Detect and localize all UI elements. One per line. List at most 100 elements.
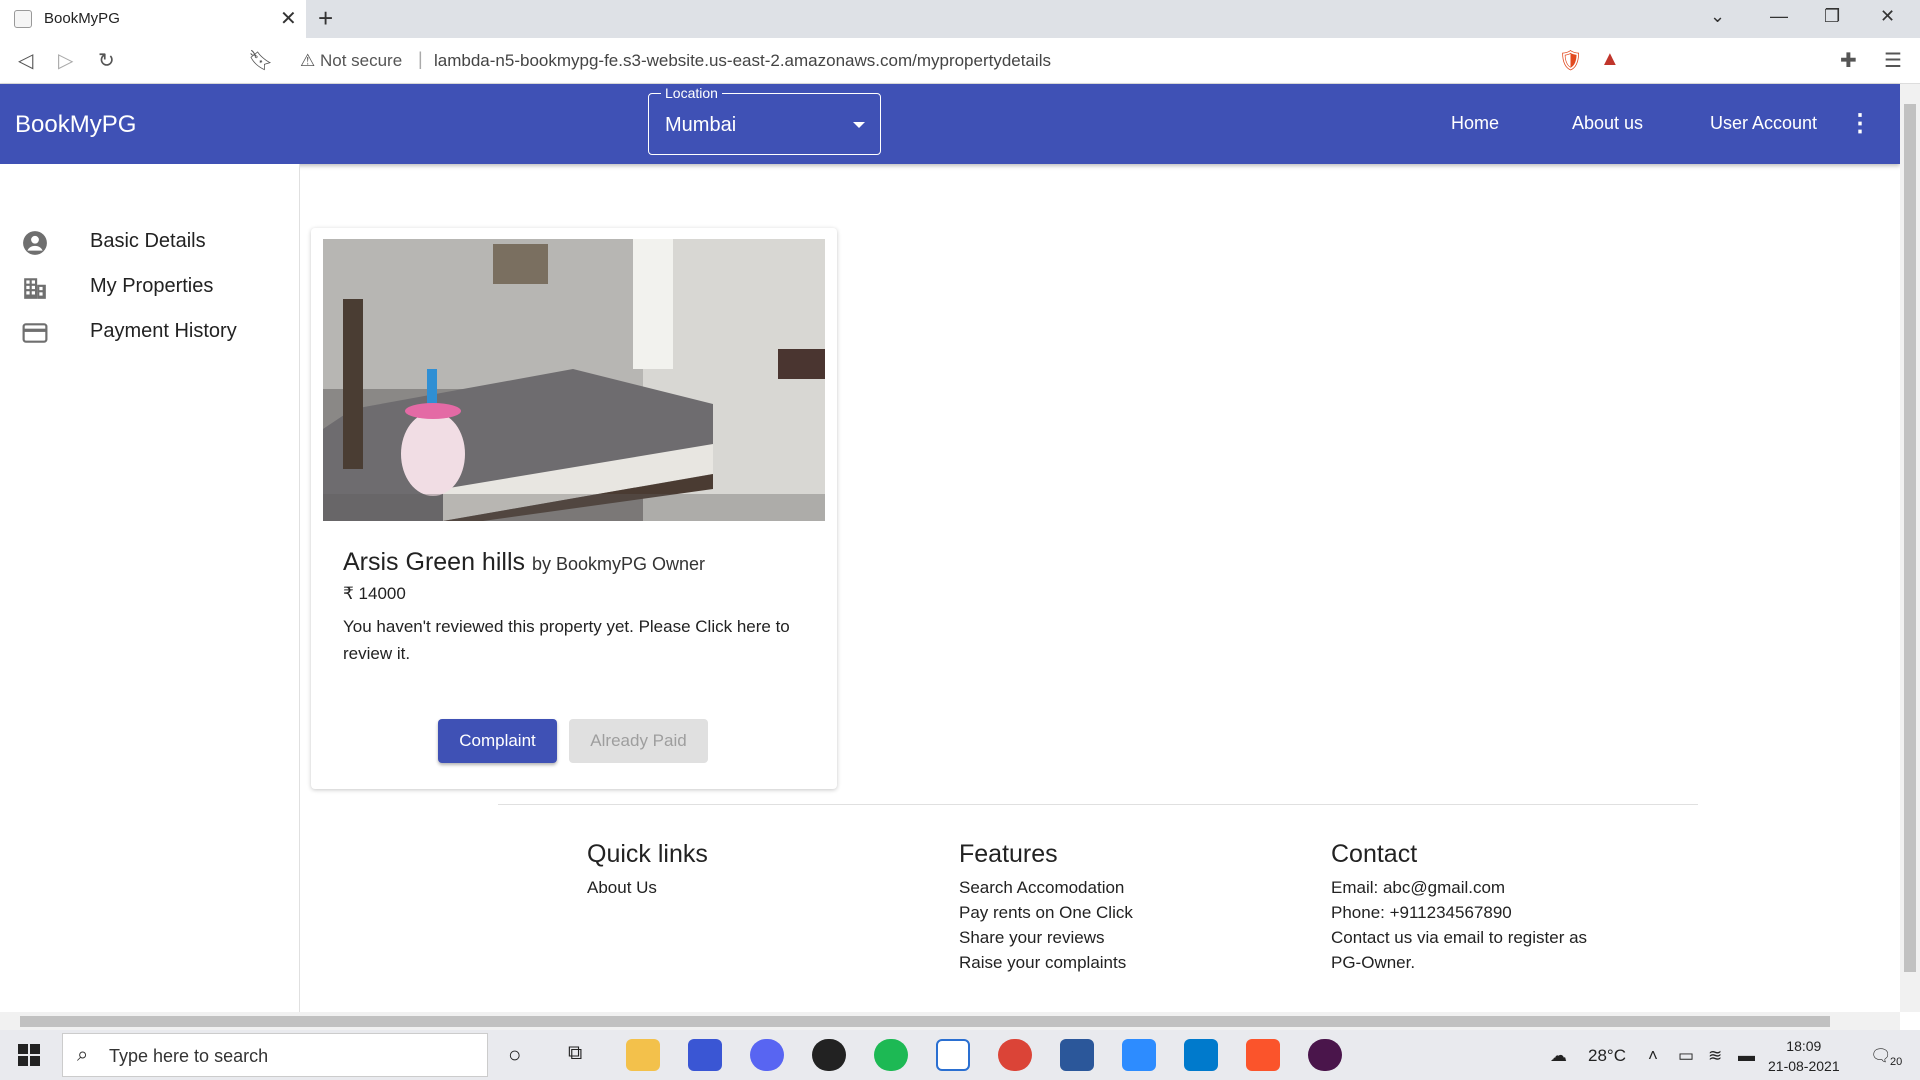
horizontal-scroll-thumb[interactable] xyxy=(20,1016,1830,1027)
sidebar: Basic Details My Properties Payment Hist… xyxy=(0,164,300,1012)
sidebar-item-basic-details[interactable]: Basic Details xyxy=(0,220,300,264)
zoom-icon[interactable] xyxy=(1122,1039,1156,1071)
notification-count: 20 xyxy=(1890,1056,1903,1068)
contact-phone: Phone: +911234567890 xyxy=(1331,903,1512,922)
notification-icon[interactable]: 🗨︎ xyxy=(1870,1046,1892,1066)
clock-time: 18:09 xyxy=(1786,1038,1822,1054)
footer-divider xyxy=(498,804,1698,805)
restore-icon[interactable]: ❐ xyxy=(1824,6,1840,27)
windows-start-icon[interactable] xyxy=(18,1044,40,1066)
word-icon[interactable] xyxy=(1060,1039,1094,1071)
discord-icon[interactable] xyxy=(750,1039,784,1071)
dropdown-caret-icon[interactable] xyxy=(853,122,865,128)
sidebar-item-label: Basic Details xyxy=(90,230,206,252)
url-text[interactable]: lambda-n5-bookmypg-fe.s3-website.us-east… xyxy=(434,51,1051,71)
taskbar: ⌕ Type here to search ○ ⧉ ☁ 28°C ˄ ▭ ≋ ▬… xyxy=(0,1030,1920,1080)
footer-heading: Quick links xyxy=(587,840,708,868)
brand-logo[interactable]: BookMyPG xyxy=(15,111,136,139)
minimize-icon[interactable]: — xyxy=(1770,6,1788,27)
complaint-button[interactable]: Complaint xyxy=(438,719,557,763)
wifi-icon[interactable]: ≋ xyxy=(1708,1046,1722,1066)
review-prompt-link[interactable]: You haven't reviewed this property yet. … xyxy=(343,613,813,667)
footer-quick-links: Quick links About Us xyxy=(587,840,708,900)
device-icon[interactable]: ▭ xyxy=(1678,1046,1694,1066)
browser-tab-bar: BookMyPG ✕ + ⌄ — ❐ ✕ xyxy=(0,0,1920,38)
credit-card-icon xyxy=(22,323,48,343)
property-price: ₹ 14000 xyxy=(343,584,406,603)
spotify-icon[interactable] xyxy=(874,1039,908,1071)
footer-features: Features Search Accomodation Pay rents o… xyxy=(959,840,1133,975)
task-view-icon[interactable]: ⧉ xyxy=(568,1042,582,1065)
taskbar-search-input[interactable]: ⌕ Type here to search xyxy=(62,1033,488,1077)
contact-email: Email: abc@gmail.com xyxy=(1331,878,1506,897)
back-icon[interactable]: ◁ xyxy=(18,48,33,73)
search-icon: ⌕ xyxy=(77,1044,89,1066)
property-name[interactable]: Arsis Green hills xyxy=(343,548,525,576)
property-image[interactable] xyxy=(323,239,825,521)
close-tab-icon[interactable]: ✕ xyxy=(280,6,297,31)
location-label: Location xyxy=(661,85,722,101)
tab-search-icon[interactable]: ⌄ xyxy=(1710,6,1725,27)
sidebar-item-label: My Properties xyxy=(90,275,214,297)
footer-link-about-us[interactable]: About Us xyxy=(587,875,708,900)
footer-feature-item: Pay rents on One Click xyxy=(959,903,1133,922)
vscode-icon[interactable] xyxy=(1184,1039,1218,1071)
app-header: BookMyPG Location Mumbai Home About us U… xyxy=(0,84,1900,164)
more-vert-icon[interactable]: ⋮ xyxy=(1848,109,1872,138)
horizontal-scrollbar[interactable] xyxy=(0,1012,1900,1030)
menu-icon[interactable]: ☰ xyxy=(1884,48,1902,73)
brave-rewards-icon[interactable]: ▲ xyxy=(1600,48,1620,71)
property-card: Arsis Green hills by BookmyPG Owner ₹ 14… xyxy=(311,228,837,789)
favicon-icon xyxy=(14,10,32,28)
new-tab-icon[interactable]: + xyxy=(318,3,333,34)
vertical-scroll-thumb[interactable] xyxy=(1904,104,1916,972)
account-circle-icon xyxy=(23,231,47,255)
location-select[interactable]: Location Mumbai xyxy=(648,85,881,155)
extensions-icon[interactable]: ✚ xyxy=(1840,48,1857,73)
bookmark-icon[interactable]: 🔖︎ xyxy=(248,48,273,73)
nav-about-us[interactable]: About us xyxy=(1572,113,1643,134)
battery-icon[interactable]: ▬ xyxy=(1738,1046,1755,1066)
property-owner: by BookmyPG Owner xyxy=(531,554,706,574)
close-window-icon[interactable]: ✕ xyxy=(1880,6,1895,27)
footer-heading: Contact xyxy=(1331,840,1418,868)
url-divider: | xyxy=(418,49,423,69)
contact-note: Contact us via email to register as xyxy=(1331,928,1588,947)
slack-icon[interactable] xyxy=(1308,1039,1342,1071)
vertical-scrollbar[interactable] xyxy=(1900,84,1920,1012)
xbox-icon[interactable] xyxy=(812,1039,846,1071)
temperature[interactable]: 28°C xyxy=(1588,1046,1626,1066)
sidebar-item-payment-history[interactable]: Payment History xyxy=(0,310,300,354)
url-field[interactable]: ⚠ Not secure | lambda-n5-bookmypg-fe.s3-… xyxy=(290,45,1610,77)
address-bar: ◁ ▷ ↻ 🔖︎ ⚠ Not secure | lambda-n5-bookmy… xyxy=(0,38,1920,84)
footer-contact: Contact Email: abc@gmail.com Phone: +911… xyxy=(1331,840,1587,975)
app-icon[interactable] xyxy=(688,1039,722,1071)
not-secure-label[interactable]: ⚠ Not secure xyxy=(300,51,402,71)
clock[interactable]: 18:09 21-08-2021 xyxy=(1768,1036,1840,1076)
browser-tab[interactable]: BookMyPG ✕ xyxy=(0,0,306,38)
chevron-up-icon[interactable]: ˄ xyxy=(1648,1046,1658,1066)
sidebar-item-my-properties[interactable]: My Properties xyxy=(0,265,300,309)
building-icon xyxy=(24,278,46,299)
tab-title: BookMyPG xyxy=(44,10,120,27)
file-explorer-icon[interactable] xyxy=(626,1039,660,1071)
cortana-icon[interactable]: ○ xyxy=(508,1042,521,1068)
nav-user-account[interactable]: User Account xyxy=(1710,113,1817,134)
weather-icon[interactable]: ☁ xyxy=(1550,1046,1567,1066)
property-title: Arsis Green hills by BookmyPG Owner xyxy=(343,548,705,577)
location-value[interactable]: Mumbai xyxy=(665,114,736,137)
already-paid-button: Already Paid xyxy=(569,719,708,763)
app-icon[interactable] xyxy=(936,1039,970,1071)
footer-feature-item: Raise your complaints xyxy=(959,953,1127,972)
reload-icon[interactable]: ↻ xyxy=(98,48,115,73)
contact-note: PG-Owner. xyxy=(1331,953,1416,972)
nav-home[interactable]: Home xyxy=(1451,113,1499,134)
footer-heading: Features xyxy=(959,840,1058,868)
footer-feature-item: Share your reviews xyxy=(959,928,1105,947)
brave-icon[interactable] xyxy=(1246,1039,1280,1071)
chrome-icon[interactable] xyxy=(998,1039,1032,1071)
sidebar-item-label: Payment History xyxy=(90,320,237,342)
clock-date: 21-08-2021 xyxy=(1768,1058,1840,1074)
forward-icon[interactable]: ▷ xyxy=(58,48,73,73)
brave-shield-icon[interactable]: 🛡︎ xyxy=(1558,48,1583,73)
